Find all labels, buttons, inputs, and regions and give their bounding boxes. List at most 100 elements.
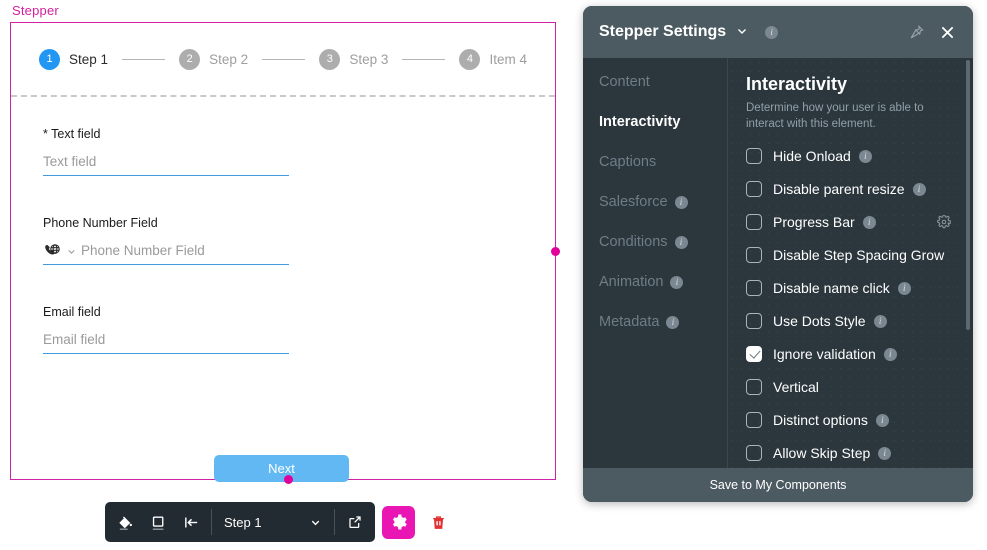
panel-nav-label: Captions (599, 154, 657, 170)
stepper-settings-panel: Stepper Settings i Content Interactivity… (583, 6, 973, 502)
panel-title: Stepper Settings (599, 23, 727, 40)
info-icon[interactable]: i (883, 347, 897, 361)
panel-nav-item-salesforce[interactable]: Salesforce i (599, 194, 727, 210)
gear-icon[interactable] (937, 215, 951, 229)
next-button[interactable]: Next (214, 455, 349, 482)
option-row[interactable]: Distinct options i (746, 412, 955, 429)
toolbar-separator-2 (334, 509, 335, 535)
pin-icon[interactable] (908, 24, 925, 41)
info-icon[interactable]: i (897, 281, 911, 295)
panel-nav-item-animation[interactable]: Animation i (599, 274, 727, 290)
chevron-down-icon (68, 249, 75, 254)
panel-body: Content Interactivity Captions Salesforce i C… (583, 58, 973, 468)
field-label: * Text field (43, 127, 101, 141)
panel-nav-label: Content (599, 74, 650, 90)
option-row[interactable]: Use Dots Style i (746, 313, 955, 330)
border-square-icon[interactable] (142, 505, 175, 539)
form-field: * Text field (43, 127, 289, 176)
element-toolbar: Step 1 (105, 502, 455, 542)
panel-scrollbar[interactable] (966, 60, 970, 330)
text-field-input[interactable] (43, 152, 289, 176)
checkbox[interactable] (746, 313, 762, 330)
phone-input-group[interactable] (43, 241, 289, 265)
settings-gear-button[interactable] (382, 505, 415, 539)
field-label: Email field (43, 305, 101, 319)
info-icon[interactable]: i (878, 446, 892, 460)
checkbox[interactable] (746, 247, 762, 264)
checkbox[interactable] (746, 346, 762, 363)
info-icon[interactable]: i (862, 215, 876, 229)
option-row[interactable]: Disable parent resize i (746, 181, 955, 198)
panel-nav-label: Salesforce (599, 194, 668, 210)
option-row[interactable]: Disable Step Spacing Grow (746, 247, 955, 264)
delete-button[interactable] (422, 505, 455, 539)
step-number-badge: 4 (459, 48, 481, 70)
info-icon[interactable]: i (674, 195, 688, 209)
option-row[interactable]: Hide Onload i (746, 148, 955, 165)
content-title: Interactivity (746, 74, 848, 94)
stepper-step-2[interactable]: 2 Step 2 (179, 48, 248, 70)
panel-nav-label: Interactivity (599, 114, 681, 130)
phone-country-selector[interactable] (43, 243, 77, 264)
option-row[interactable]: Progress Bar i (746, 214, 955, 231)
panel-nav-item-metadata[interactable]: Metadata i (599, 314, 727, 330)
step-connector (262, 58, 306, 60)
stepper-step-3[interactable]: 3 Step 3 (319, 48, 389, 70)
info-icon[interactable]: i (912, 182, 926, 196)
align-left-icon[interactable] (175, 505, 208, 539)
step-label: Step 3 (349, 51, 389, 67)
stepper-step-1[interactable]: 1 Step 1 (39, 48, 108, 70)
resize-handle-bottom[interactable] (284, 475, 293, 484)
step-number-badge: 2 (179, 48, 201, 70)
option-row[interactable]: Allow Skip Step i (746, 445, 955, 462)
panel-nav-item-conditions[interactable]: Conditions i (599, 234, 727, 250)
close-icon[interactable] (938, 23, 957, 42)
save-to-my-components-button[interactable]: Save to My Components (583, 468, 973, 502)
option-label: Progress Bar (773, 214, 855, 231)
chevron-down-icon[interactable] (735, 24, 749, 41)
option-label: Vertical (773, 379, 819, 396)
info-icon[interactable]: i (875, 413, 889, 427)
content-description: Determine how your user is able to inter… (746, 102, 924, 130)
stepper-component-frame[interactable]: 1 Step 1 2 Step 2 3 Step 3 4 Item 4 * Text fiel… (10, 22, 556, 482)
option-label: Allow Skip Step (773, 445, 871, 462)
checkbox[interactable] (746, 148, 762, 165)
option-row[interactable]: Disable name click i (746, 280, 955, 297)
resize-handle-right[interactable] (551, 247, 560, 256)
step-number-badge: 3 (319, 48, 341, 70)
panel-nav-item-content[interactable]: Content (599, 74, 727, 90)
external-link-icon[interactable] (338, 505, 371, 539)
info-icon[interactable]: i (873, 314, 887, 328)
option-label: Hide Onload (773, 148, 851, 165)
info-icon[interactable]: i (858, 149, 872, 163)
info-icon[interactable]: i (674, 235, 688, 249)
step-connector (122, 58, 166, 60)
checkbox[interactable] (746, 214, 762, 231)
email-field-input[interactable] (43, 330, 289, 354)
phone-globe-icon (45, 244, 60, 255)
interactivity-options: Hide Onload i Disable parent resize i Progre… (746, 148, 955, 462)
panel-nav-label: Metadata (599, 314, 660, 330)
info-icon[interactable]: i (670, 275, 684, 289)
option-row[interactable]: Ignore validation i (746, 346, 955, 363)
panel-nav-item-interactivity[interactable]: Interactivity (599, 114, 727, 130)
step-label: Item 4 (489, 51, 527, 67)
phone-number-input[interactable] (81, 241, 289, 264)
panel-title-info-icon[interactable]: i (765, 25, 779, 39)
step-select[interactable]: Step 1 (215, 505, 331, 539)
panel-nav-label: Conditions (599, 234, 668, 250)
info-icon[interactable]: i (666, 315, 680, 329)
panel-nav-item-captions[interactable]: Captions (599, 154, 727, 170)
chevron-down-icon (311, 520, 320, 525)
checkbox[interactable] (746, 181, 762, 198)
form-field: Phone Number Field (43, 216, 289, 265)
panel-content: Interactivity Determine how your user is… (728, 58, 973, 468)
stepper-step-4[interactable]: 4 Item 4 (459, 48, 527, 70)
component-label: Stepper (12, 3, 59, 18)
checkbox[interactable] (746, 412, 762, 429)
paint-bucket-icon[interactable] (109, 505, 142, 539)
checkbox[interactable] (746, 280, 762, 297)
checkbox[interactable] (746, 379, 762, 396)
option-row[interactable]: Vertical (746, 379, 955, 396)
checkbox[interactable] (746, 445, 762, 462)
